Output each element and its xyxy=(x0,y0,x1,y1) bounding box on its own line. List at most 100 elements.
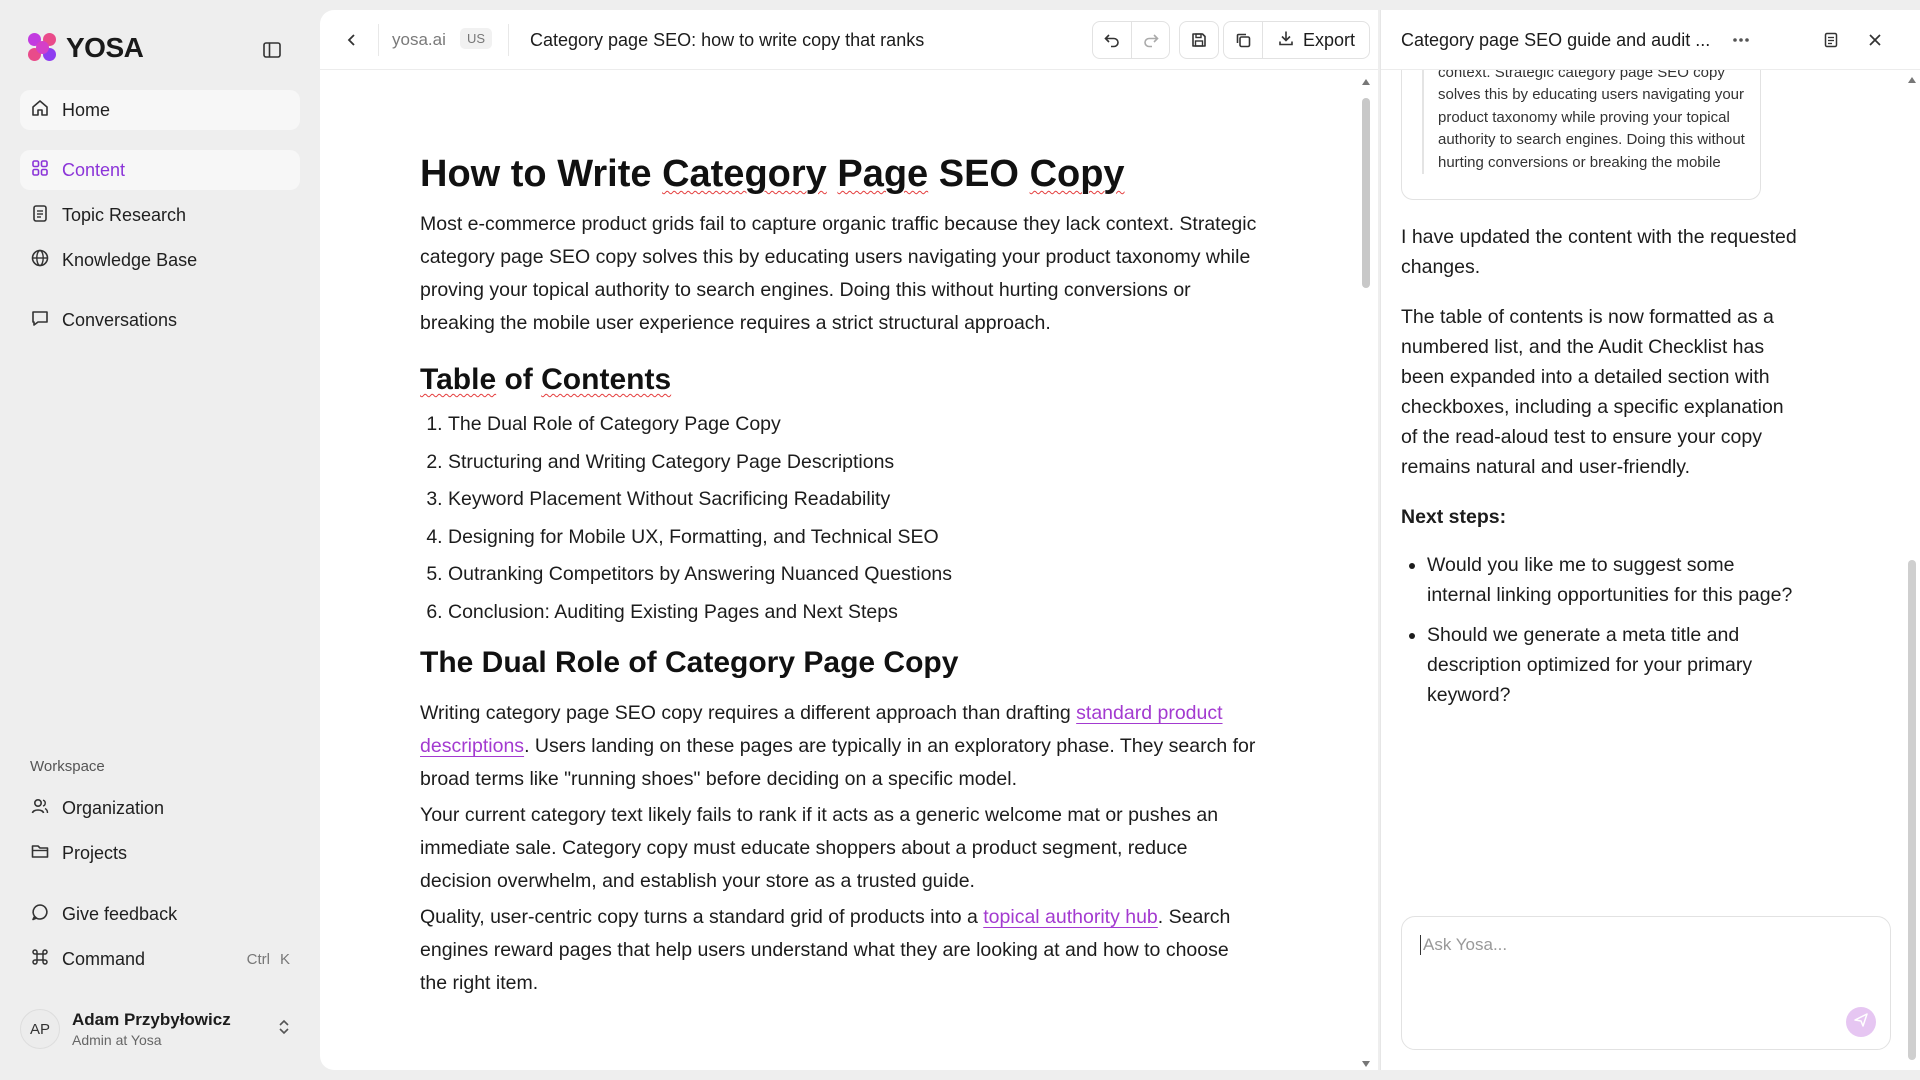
sidebar-item-label: Content xyxy=(62,159,126,180)
toc-item[interactable]: The Dual Role of Category Page Copy xyxy=(448,406,1260,444)
shortcut-key: Ctrl xyxy=(246,950,270,968)
sidebar-item-label: Conversations xyxy=(62,309,178,330)
command-shortcut: Ctrl K xyxy=(247,951,290,968)
history-group xyxy=(1092,21,1170,59)
assistant-message: I have updated the content with the requ… xyxy=(1401,222,1801,720)
user-name: Adam Przybyłowicz xyxy=(72,1010,231,1029)
scroll-thumb[interactable] xyxy=(1908,560,1916,1060)
sidebar: YOSA Home Content Topic Research Knowled… xyxy=(0,0,318,1080)
sidebar-toggle-icon[interactable] xyxy=(260,38,284,62)
send-icon xyxy=(1853,1012,1869,1033)
save-icon[interactable] xyxy=(1180,22,1218,58)
sidebar-item-label: Home xyxy=(62,99,111,120)
logo[interactable]: YOSA xyxy=(28,32,144,64)
divider xyxy=(508,24,509,56)
body-paragraph: Writing category page SEO copy requires … xyxy=(420,702,1256,790)
folder-icon xyxy=(30,841,50,866)
sidebar-item-topic-research[interactable]: Topic Research xyxy=(20,195,300,235)
export-label: Export xyxy=(1303,29,1356,50)
scroll-up-icon[interactable] xyxy=(1360,78,1372,88)
section-heading: The Dual Role of Category Page Copy xyxy=(420,646,959,679)
document-icon[interactable] xyxy=(1819,28,1843,52)
sidebar-item-label: Topic Research xyxy=(62,204,187,225)
body-paragraph: Quality, user-centric copy turns a stand… xyxy=(420,906,1231,994)
divider xyxy=(378,24,379,56)
back-icon[interactable] xyxy=(340,28,364,52)
feedback-icon xyxy=(30,902,50,927)
assistant-scrollbar[interactable] xyxy=(1906,77,1918,1060)
next-steps-list: Would you like me to suggest some intern… xyxy=(1401,550,1801,710)
assistant-panel: capture organic traffic because they lac… xyxy=(1380,10,1920,1070)
sidebar-item-organization[interactable]: Organization xyxy=(20,788,300,828)
toc-item[interactable]: Keyword Placement Without Sacrificing Re… xyxy=(448,481,1260,519)
logo-text: YOSA xyxy=(66,32,144,63)
send-button[interactable] xyxy=(1846,1007,1876,1037)
download-icon xyxy=(1277,29,1295,52)
more-icon[interactable] xyxy=(1729,28,1753,52)
give-feedback-button[interactable]: Give feedback xyxy=(20,894,300,934)
project-domain: yosa.ai xyxy=(392,30,446,49)
sidebar-item-knowledge-base[interactable]: Knowledge Base xyxy=(20,240,300,280)
sidebar-item-home[interactable]: Home xyxy=(20,90,300,130)
scroll-down-icon[interactable] xyxy=(1360,1060,1372,1070)
toc-item[interactable]: Outranking Competitors by Answering Nuan… xyxy=(448,556,1260,594)
export-group: Export xyxy=(1223,21,1371,59)
next-steps-heading: Next steps: xyxy=(1401,506,1507,528)
toc-item[interactable]: Conclusion: Auditing Existing Pages and … xyxy=(448,594,1260,632)
avatar: AP xyxy=(20,1009,60,1049)
locale-badge: US xyxy=(460,28,493,49)
message-text: I have updated the content with the requ… xyxy=(1401,226,1797,278)
user-info: Adam Przybyłowicz Admin at Yosa xyxy=(72,1010,231,1048)
table-of-contents: The Dual Role of Category Page Copy Stru… xyxy=(420,406,1260,631)
sidebar-item-label: Projects xyxy=(62,842,128,863)
body-paragraph: Your current category text likely fails … xyxy=(420,804,1219,892)
user-menu[interactable]: AP Adam Przybyłowicz Admin at Yosa xyxy=(20,1004,300,1054)
sidebar-item-label: Command xyxy=(62,948,146,969)
save-group xyxy=(1179,21,1219,59)
editor-toolbar: yosa.ai US Category page SEO: how to wri… xyxy=(320,10,1378,70)
home-icon xyxy=(30,98,50,123)
export-button[interactable]: Export xyxy=(1262,22,1369,58)
content-icon xyxy=(30,158,50,183)
chat-icon xyxy=(30,308,50,333)
assistant-header: Category page SEO guide and audit ... xyxy=(1381,10,1920,70)
ask-input[interactable] xyxy=(1420,935,1860,955)
editor-scrollbar[interactable] xyxy=(1360,78,1372,1068)
close-icon[interactable] xyxy=(1863,28,1887,52)
document-body[interactable]: How to Write Category Page SEO Copy Most… xyxy=(420,152,1260,1000)
user-role: Admin at Yosa xyxy=(72,1032,162,1048)
sidebar-item-label: Give feedback xyxy=(62,903,178,924)
clipboard-icon xyxy=(30,203,50,228)
logo-icon xyxy=(28,33,58,63)
inline-link[interactable]: topical authority hub xyxy=(983,906,1158,928)
quoted-selection: capture organic traffic because they lac… xyxy=(1401,50,1761,200)
command-button[interactable]: Command Ctrl K xyxy=(20,939,300,979)
chat-composer[interactable] xyxy=(1401,916,1891,1050)
sidebar-item-projects[interactable]: Projects xyxy=(20,833,300,873)
scroll-thumb[interactable] xyxy=(1362,98,1370,288)
document-heading: How to Write Category Page SEO Copy xyxy=(420,153,1125,195)
editor-panel: yosa.ai US Category page SEO: how to wri… xyxy=(320,10,1378,1070)
chevron-up-down-icon[interactable] xyxy=(276,1017,292,1042)
sidebar-item-label: Knowledge Base xyxy=(62,249,198,270)
list-item: Should we generate a meta title and desc… xyxy=(1427,620,1801,710)
document-title[interactable]: Category page SEO: how to write copy tha… xyxy=(530,30,924,51)
toc-heading: Table of Contents xyxy=(420,363,672,396)
scroll-up-icon[interactable] xyxy=(1906,76,1918,86)
document-editor[interactable]: How to Write Category Page SEO Copy Most… xyxy=(320,70,1378,1070)
users-icon xyxy=(30,796,50,821)
sidebar-item-label: Organization xyxy=(62,797,165,818)
undo-icon[interactable] xyxy=(1093,22,1131,58)
toc-item[interactable]: Structuring and Writing Category Page De… xyxy=(448,444,1260,482)
shortcut-key: K xyxy=(279,950,290,968)
workspace-label: Workspace xyxy=(30,758,105,775)
command-icon xyxy=(30,947,50,972)
list-item: Would you like me to suggest some intern… xyxy=(1427,550,1801,610)
sidebar-item-conversations[interactable]: Conversations xyxy=(20,300,300,340)
toc-item[interactable]: Designing for Mobile UX, Formatting, and… xyxy=(448,519,1260,557)
copy-icon[interactable] xyxy=(1224,22,1262,58)
sidebar-item-content[interactable]: Content xyxy=(20,150,300,190)
intro-paragraph: Most e-commerce product grids fail to ca… xyxy=(420,213,1257,334)
redo-icon[interactable] xyxy=(1131,22,1169,58)
globe-icon xyxy=(30,248,50,273)
